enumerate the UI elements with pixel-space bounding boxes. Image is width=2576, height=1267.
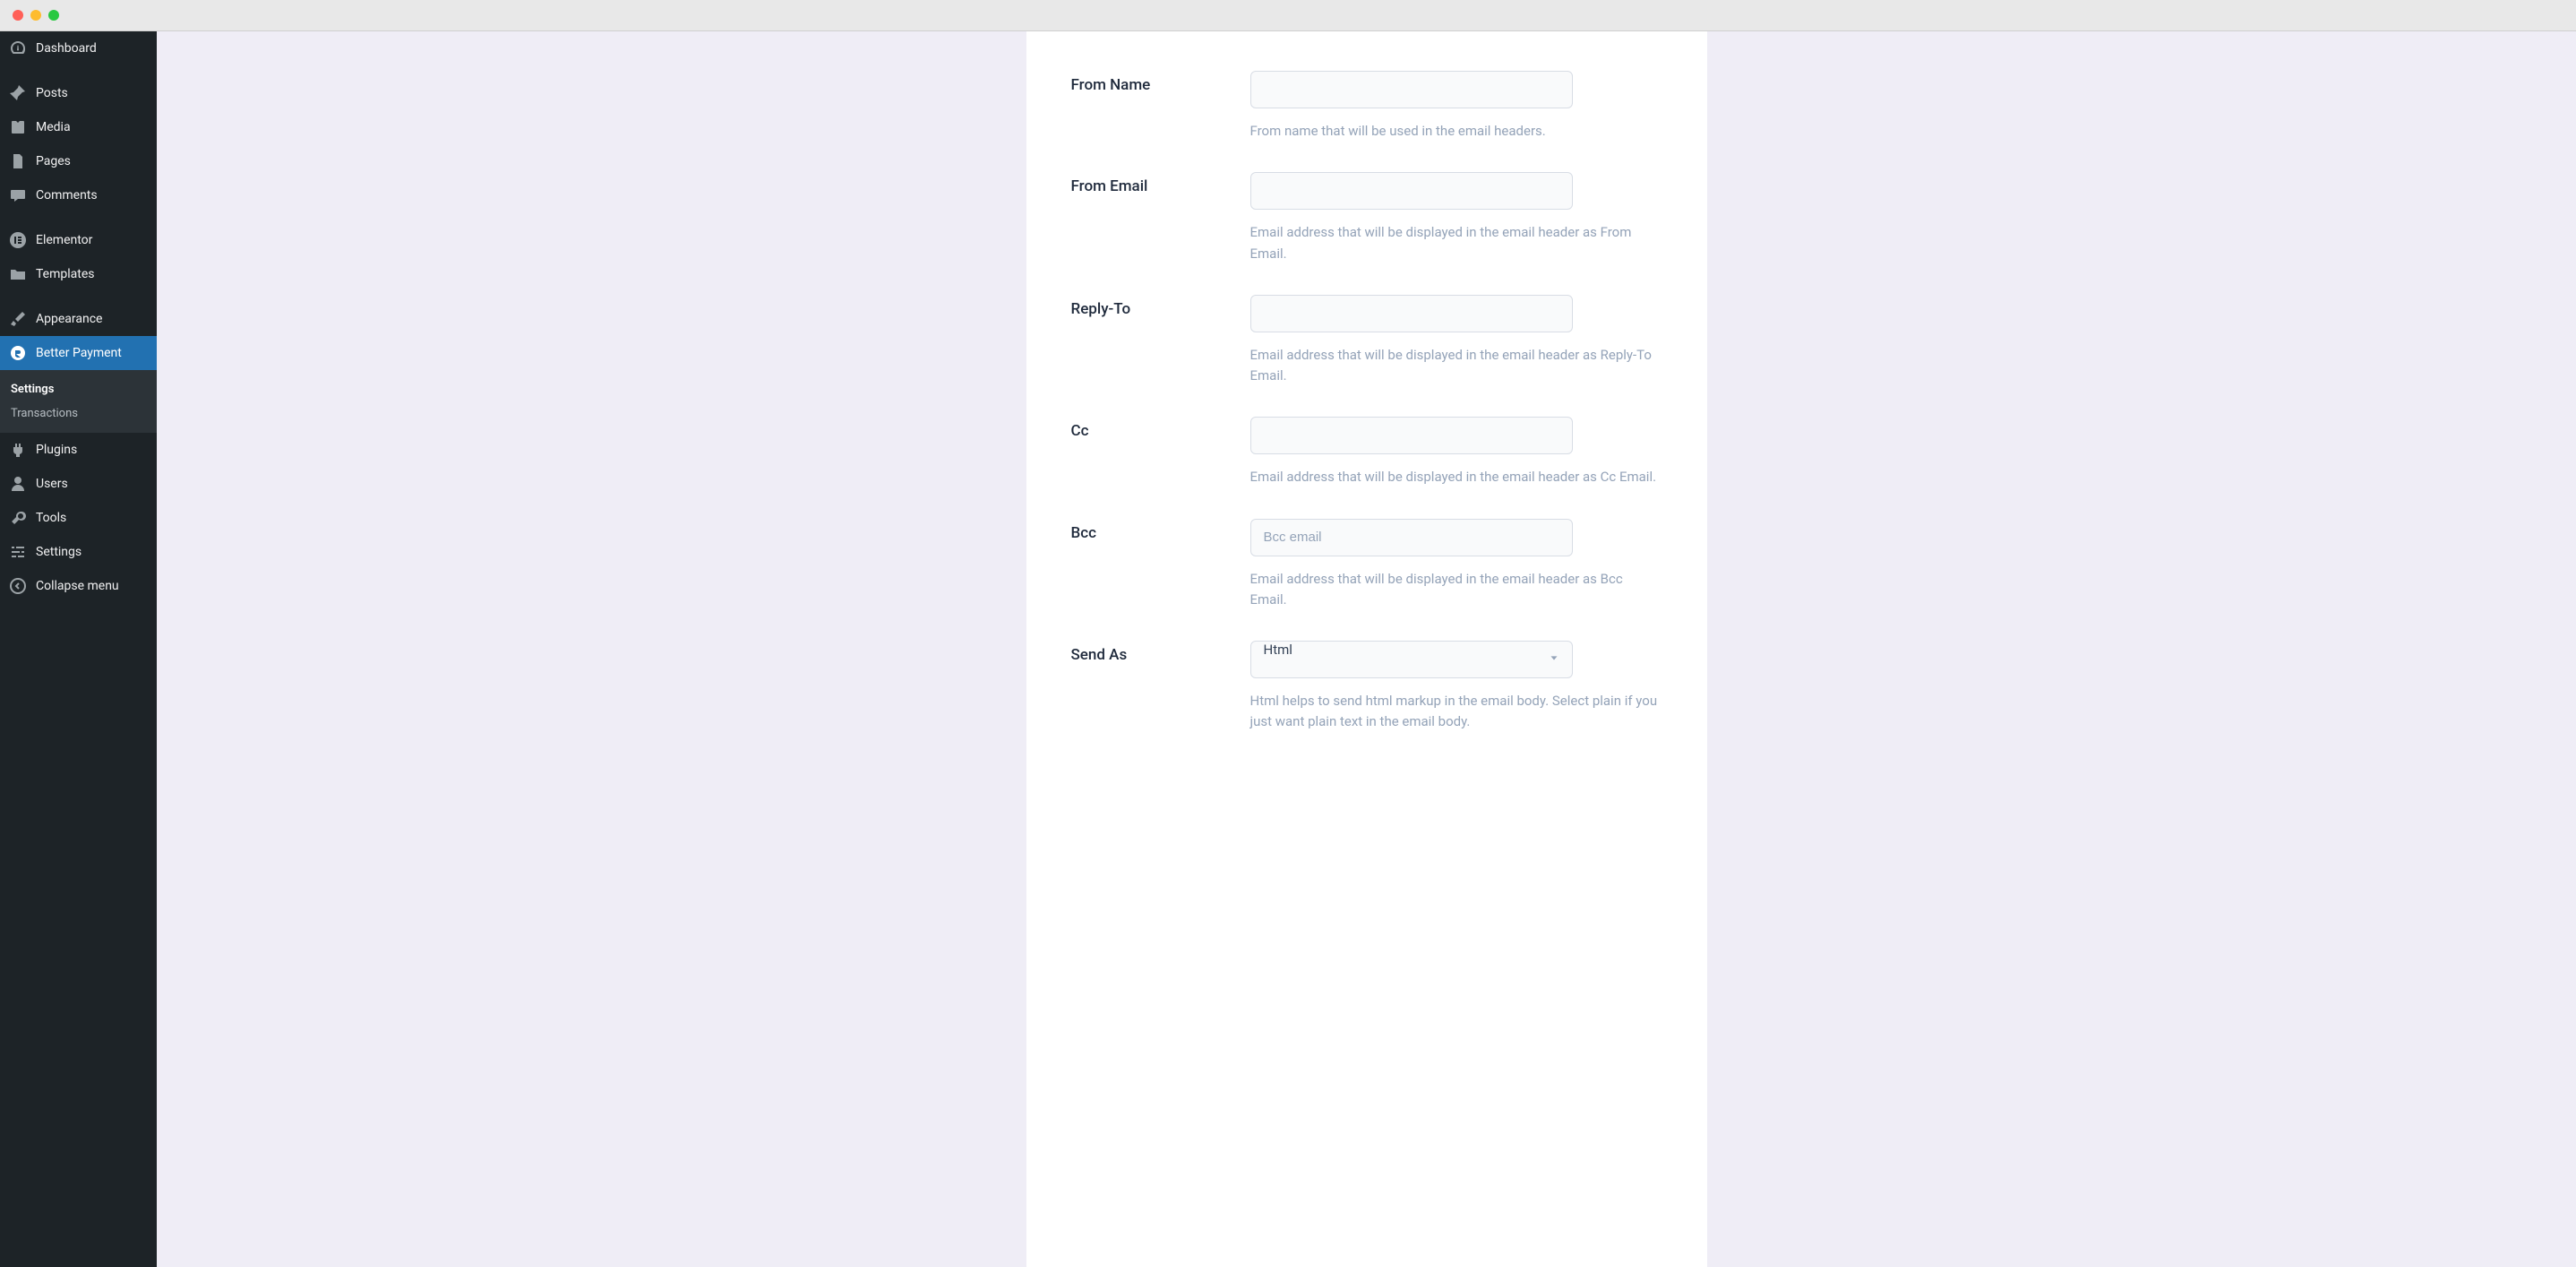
sidebar-item-templates[interactable]: Templates (0, 257, 157, 291)
cc-help: Email address that will be displayed in … (1250, 467, 1662, 487)
sidebar-item-label: Elementor (36, 233, 148, 247)
field-send-as: Send As Html Html helps to send html mar… (1071, 641, 1662, 733)
sidebar-item-label: Pages (36, 154, 148, 168)
sidebar-item-label: Tools (36, 511, 148, 525)
content: Dashboard Posts Media Pages (0, 31, 2576, 1267)
main-content: From Name From name that will be used in… (157, 31, 2576, 1267)
page-icon (9, 152, 27, 170)
sidebar-item-comments[interactable]: Comments (0, 178, 157, 212)
brush-icon (9, 310, 27, 328)
from-name-input[interactable] (1250, 71, 1573, 108)
reply-to-input[interactable] (1250, 295, 1573, 332)
sidebar-item-appearance[interactable]: Appearance (0, 302, 157, 336)
from-email-label: From Email (1071, 172, 1232, 264)
sidebar-item-label: Plugins (36, 443, 148, 457)
sidebar-item-better-payment[interactable]: Better Payment (0, 336, 157, 370)
from-email-help: Email address that will be displayed in … (1250, 222, 1662, 264)
send-as-help: Html helps to send html markup in the em… (1250, 691, 1662, 733)
reply-to-label: Reply-To (1071, 295, 1232, 387)
better-payment-icon (9, 344, 27, 362)
sidebar-item-label: Dashboard (36, 41, 148, 56)
settings-panel: From Name From name that will be used in… (1026, 31, 1707, 1267)
sidebar-item-label: Users (36, 477, 148, 491)
cc-label: Cc (1071, 417, 1232, 487)
sidebar-item-label: Better Payment (36, 346, 148, 360)
field-cc: Cc Email address that will be displayed … (1071, 417, 1662, 487)
media-icon (9, 118, 27, 136)
window-maximize-button[interactable] (48, 10, 59, 21)
sidebar-item-label: Settings (36, 545, 148, 559)
field-reply-to: Reply-To Email address that will be disp… (1071, 295, 1662, 387)
bcc-input[interactable] (1250, 519, 1573, 556)
comment-icon (9, 186, 27, 204)
sidebar-item-tools[interactable]: Tools (0, 501, 157, 535)
window-close-button[interactable] (13, 10, 23, 21)
sidebar-item-elementor[interactable]: Elementor (0, 223, 157, 257)
pin-icon (9, 84, 27, 102)
sidebar-collapse[interactable]: Collapse menu (0, 569, 157, 603)
dashboard-icon (9, 39, 27, 57)
sidebar-item-media[interactable]: Media (0, 110, 157, 144)
sidebar-item-plugins[interactable]: Plugins (0, 433, 157, 467)
window-minimize-button[interactable] (30, 10, 41, 21)
sidebar-item-posts[interactable]: Posts (0, 76, 157, 110)
titlebar (0, 0, 2576, 31)
bcc-help: Email address that will be displayed in … (1250, 569, 1662, 611)
plug-icon (9, 441, 27, 459)
folder-icon (9, 265, 27, 283)
sidebar-item-pages[interactable]: Pages (0, 144, 157, 178)
reply-to-help: Email address that will be displayed in … (1250, 345, 1662, 387)
from-name-help: From name that will be used in the email… (1250, 121, 1662, 142)
wrench-icon (9, 509, 27, 527)
sidebar-item-label: Comments (36, 188, 148, 203)
sidebar-item-settings[interactable]: Settings (0, 535, 157, 569)
window: Dashboard Posts Media Pages (0, 0, 2576, 1267)
field-from-email: From Email Email address that will be di… (1071, 172, 1662, 264)
field-bcc: Bcc Email address that will be displayed… (1071, 519, 1662, 611)
submenu-item-settings[interactable]: Settings (0, 377, 157, 401)
send-as-label: Send As (1071, 641, 1232, 733)
traffic-lights (13, 10, 59, 21)
bcc-label: Bcc (1071, 519, 1232, 611)
sidebar-item-users[interactable]: Users (0, 467, 157, 501)
sidebar-item-label: Media (36, 120, 148, 134)
sidebar-item-label: Appearance (36, 312, 148, 326)
from-name-label: From Name (1071, 71, 1232, 142)
user-icon (9, 475, 27, 493)
sidebar-submenu: Settings Transactions (0, 370, 157, 433)
cc-input[interactable] (1250, 417, 1573, 454)
sidebar-item-label: Posts (36, 86, 148, 100)
send-as-select[interactable]: Html (1250, 641, 1573, 678)
sidebar-item-dashboard[interactable]: Dashboard (0, 31, 157, 65)
elementor-icon (9, 231, 27, 249)
sliders-icon (9, 543, 27, 561)
admin-sidebar: Dashboard Posts Media Pages (0, 31, 157, 1267)
sidebar-item-label: Templates (36, 267, 148, 281)
sidebar-item-label: Collapse menu (36, 579, 148, 593)
field-from-name: From Name From name that will be used in… (1071, 71, 1662, 142)
from-email-input[interactable] (1250, 172, 1573, 210)
collapse-icon (9, 577, 27, 595)
submenu-item-transactions[interactable]: Transactions (0, 401, 157, 426)
